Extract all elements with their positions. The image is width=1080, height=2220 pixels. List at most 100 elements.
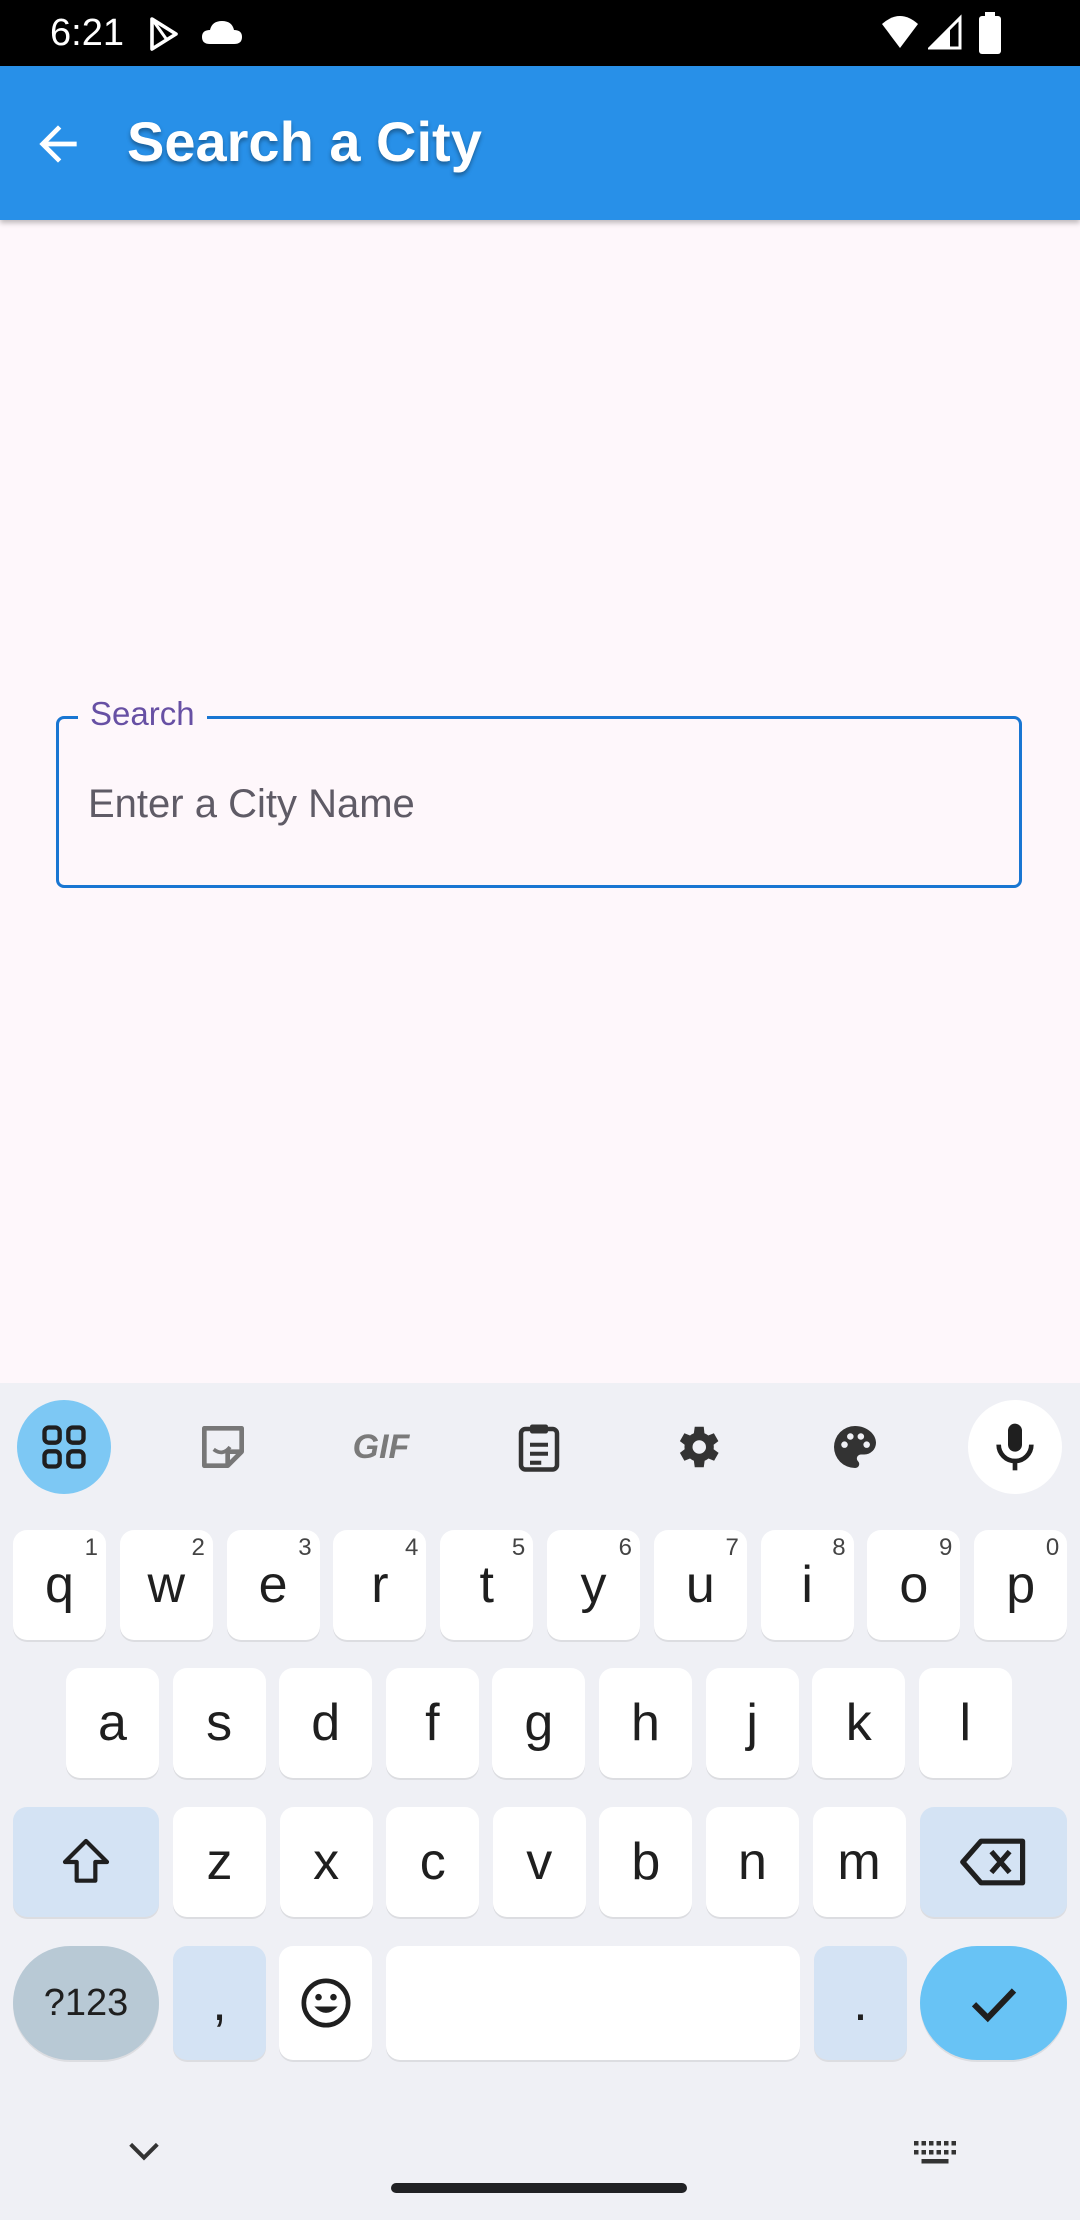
palette-icon <box>834 1426 876 1468</box>
status-time: 6:21 <box>50 12 124 54</box>
key-label: z <box>206 1833 233 1891</box>
symbols-key[interactable]: ?123 <box>13 1946 159 2060</box>
soft-keyboard <box>0 1383 1080 2220</box>
key-number-hint: 3 <box>298 1534 312 1561</box>
status-bar: 6:21 <box>0 0 1080 66</box>
key-f[interactable]: f <box>385 1668 479 1778</box>
home-gesture-bar[interactable] <box>391 2183 687 2193</box>
key-label: i <box>801 1556 813 1614</box>
key-q[interactable]: q1 <box>13 1530 106 1640</box>
play-store-icon <box>150 17 178 51</box>
key-label: c <box>419 1833 446 1891</box>
hide-keyboard-icon[interactable] <box>124 2136 164 2166</box>
key-label: h <box>631 1694 660 1752</box>
key-label: y <box>580 1556 607 1614</box>
key-v[interactable]: v <box>492 1807 586 1917</box>
key-d[interactable]: d <box>279 1668 373 1778</box>
backspace-icon <box>959 1838 1025 1886</box>
key-label: e <box>258 1556 288 1614</box>
space-key[interactable] <box>386 1946 800 2060</box>
key-k[interactable]: k <box>812 1668 906 1778</box>
shift-key[interactable] <box>13 1807 159 1917</box>
key-label: w <box>147 1556 186 1614</box>
key-x[interactable]: x <box>279 1807 373 1917</box>
key-c[interactable]: c <box>386 1807 480 1917</box>
key-w[interactable]: w2 <box>119 1530 213 1640</box>
key-number-hint: 1 <box>84 1534 98 1561</box>
key-label: k <box>845 1694 872 1752</box>
key-label: o <box>899 1556 929 1614</box>
key-u[interactable]: u7 <box>653 1530 747 1640</box>
comma-key[interactable]: , <box>173 1946 266 2060</box>
key-g[interactable]: g <box>492 1668 586 1778</box>
key-label: f <box>425 1694 440 1752</box>
key-number-hint: 0 <box>1045 1534 1060 1561</box>
key-h[interactable]: h <box>599 1668 692 1778</box>
city-search-input[interactable] <box>88 772 988 836</box>
key-label: g <box>524 1694 554 1752</box>
key-label: j <box>746 1694 758 1752</box>
key-z[interactable]: z <box>173 1807 266 1917</box>
apps-button[interactable] <box>17 1400 111 1494</box>
theme-button[interactable] <box>808 1400 902 1494</box>
key-number-hint: 7 <box>725 1534 739 1561</box>
key-l[interactable]: l <box>918 1668 1012 1778</box>
wifi-icon <box>882 16 918 48</box>
key-label: v <box>526 1833 553 1891</box>
key-number-hint: 9 <box>939 1534 953 1561</box>
cloud-icon <box>202 21 242 44</box>
key-number-hint: 6 <box>618 1534 632 1561</box>
key-y[interactable]: y6 <box>547 1530 640 1640</box>
key-p[interactable]: p0 <box>974 1530 1068 1640</box>
key-t[interactable]: t5 <box>440 1530 534 1640</box>
key-number-hint: 4 <box>405 1534 419 1561</box>
key-label: s <box>206 1694 233 1752</box>
enter-key[interactable] <box>920 1946 1067 2060</box>
key-j[interactable]: j <box>705 1668 799 1778</box>
page-title: Search a City <box>127 110 482 173</box>
gear-icon <box>679 1426 719 1468</box>
keyboard-switch-icon[interactable] <box>912 2138 958 2168</box>
settings-button[interactable] <box>650 1400 744 1494</box>
key-label: l <box>959 1694 972 1752</box>
key-r[interactable]: r4 <box>333 1530 427 1640</box>
voice-input-button[interactable] <box>968 1400 1062 1494</box>
key-b[interactable]: b <box>599 1807 693 1917</box>
key-label: x <box>313 1833 340 1891</box>
key-m[interactable]: m <box>812 1807 906 1917</box>
key-label: a <box>98 1694 127 1752</box>
checkmark-icon <box>971 1988 1016 2023</box>
key-label: q <box>45 1556 74 1614</box>
key-i[interactable]: i8 <box>760 1530 854 1640</box>
apps-icon <box>42 1425 86 1469</box>
shift-icon <box>62 1838 110 1883</box>
key-number-hint: 8 <box>832 1534 846 1561</box>
key-label: u <box>685 1556 715 1614</box>
emoji-key[interactable] <box>279 1946 372 2060</box>
signal-icon <box>928 14 962 50</box>
mic-icon <box>996 1423 1034 1471</box>
battery-icon <box>979 12 1001 54</box>
back-arrow-icon[interactable] <box>30 116 86 172</box>
emoji-icon <box>301 1978 350 2028</box>
key-s[interactable]: s <box>172 1668 266 1778</box>
period-key[interactable]: . <box>814 1946 907 2060</box>
key-label: p <box>1006 1556 1036 1614</box>
key-label: n <box>738 1833 767 1891</box>
app-bar: Search a City <box>0 66 1080 220</box>
key-o[interactable]: o9 <box>867 1530 961 1640</box>
key-number-hint: 2 <box>191 1534 205 1561</box>
sticker-button[interactable] <box>176 1400 270 1494</box>
search-field-label: Search <box>78 690 207 738</box>
key-label: t <box>479 1556 494 1614</box>
clipboard-button[interactable] <box>492 1400 586 1494</box>
key-label: m <box>837 1833 881 1891</box>
clipboard-icon <box>518 1424 560 1472</box>
key-a[interactable]: a <box>66 1668 159 1778</box>
gif-button[interactable]: GIF <box>334 1400 428 1494</box>
key-n[interactable]: n <box>706 1807 799 1917</box>
key-number-hint: 5 <box>511 1534 526 1561</box>
sticker-icon <box>202 1426 245 1468</box>
key-e[interactable]: e3 <box>226 1530 320 1640</box>
backspace-key[interactable] <box>920 1807 1067 1917</box>
